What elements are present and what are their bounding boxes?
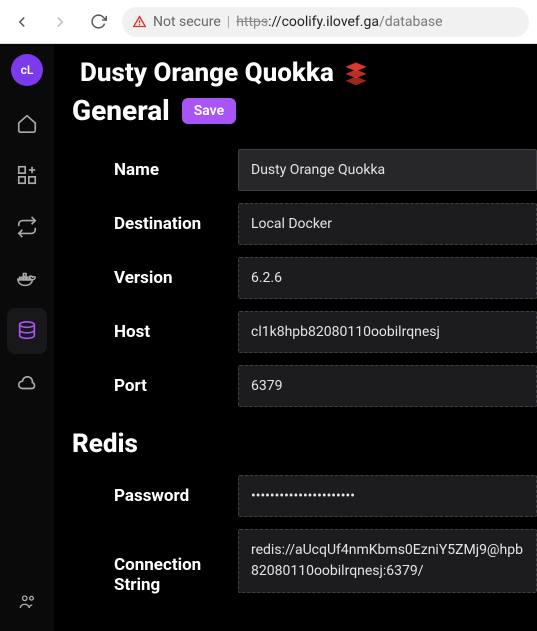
url-text: https://coolify.ilovef.ga/database — [236, 14, 442, 30]
sidebar-item-git[interactable] — [7, 204, 47, 250]
sidebar-item-home[interactable] — [7, 100, 47, 146]
name-label: Name — [72, 160, 238, 180]
host-label: Host — [72, 322, 238, 342]
redis-cube-icon — [342, 59, 370, 87]
connection-string-field[interactable]: redis://aUcqUf4nmKbms0EzniY5ZMj9@hpb8208… — [238, 529, 537, 593]
host-field: cl1k8hpb82080110oobilrqnesj — [238, 311, 537, 353]
save-button[interactable]: Save — [182, 98, 236, 124]
redis-heading: Redis — [72, 429, 537, 459]
sidebar-item-cloud[interactable] — [7, 360, 47, 406]
page-title: Dusty Orange Quokka — [80, 58, 334, 88]
reload-button[interactable] — [84, 8, 112, 36]
name-input[interactable]: Dusty Orange Quokka — [238, 149, 537, 191]
not-secure-label: Not secure — [153, 14, 221, 30]
general-heading: General — [72, 94, 170, 127]
sidebar-item-database[interactable] — [7, 308, 47, 354]
back-button[interactable] — [8, 8, 36, 36]
password-label: Password — [72, 486, 238, 506]
address-bar[interactable]: Not secure | https://coolify.ilovef.ga/d… — [122, 7, 529, 37]
insecure-warning-icon — [132, 14, 147, 29]
port-label: Port — [72, 376, 238, 396]
browser-toolbar: Not secure | https://coolify.ilovef.ga/d… — [0, 0, 537, 44]
sidebar: cL — [0, 44, 54, 631]
version-field: 6.2.6 — [238, 257, 537, 299]
sidebar-item-docker[interactable] — [7, 256, 47, 302]
separator: | — [227, 14, 230, 30]
password-field[interactable]: •••••••••••••••••••••• — [238, 475, 537, 517]
connection-string-label: Connection String — [72, 529, 238, 595]
sidebar-item-team[interactable] — [7, 579, 47, 625]
main-content: Dusty Orange Quokka General Save Name Du… — [54, 44, 537, 631]
destination-field: Local Docker — [238, 203, 537, 245]
destination-label: Destination — [72, 214, 238, 234]
avatar[interactable]: cL — [11, 54, 43, 86]
port-field: 6379 — [238, 365, 537, 407]
forward-button[interactable] — [46, 8, 74, 36]
sidebar-item-apps[interactable] — [7, 152, 47, 198]
version-label: Version — [72, 268, 238, 288]
